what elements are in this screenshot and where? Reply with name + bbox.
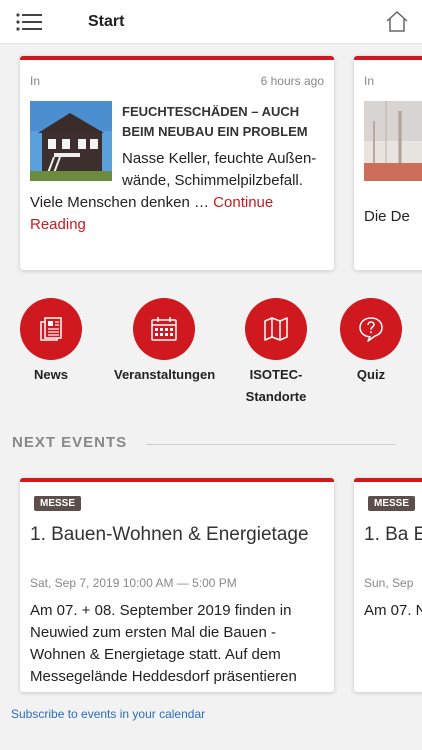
app-header: Start [0, 0, 422, 44]
news-timestamp: 6 hours ago [260, 74, 324, 88]
category-label: Quiz [356, 367, 386, 382]
menu-icon[interactable] [16, 12, 42, 32]
event-description: Am 07. Neuwie Wohne Messeg [364, 602, 422, 619]
news-title[interactable]: FEUCHTESCHÄDEN – AUCH BEIM NEUBAU EIN PR… [122, 102, 328, 142]
event-card[interactable]: MESSE 1. Bauen-Wohnen & Energietage Sat,… [20, 478, 334, 692]
category-label: Veranstaltungen [114, 367, 216, 382]
calendar-icon [151, 317, 177, 341]
category-label: ISOTEC-Standorte [245, 367, 307, 404]
page-title: Start [88, 13, 125, 30]
news-excerpt-tail: Viele Menschen denken … [30, 194, 214, 211]
news-thumbnail[interactable] [364, 101, 422, 181]
section-title: NEXT EVENTS [12, 434, 128, 451]
category-circle[interactable] [245, 298, 307, 360]
news-card[interactable]: In Die De [354, 56, 422, 270]
newspaper-icon [40, 317, 62, 341]
category-veranstaltungen[interactable]: Veranstaltungen [114, 298, 216, 386]
news-source-prefix: In [30, 74, 41, 88]
news-excerpt-continued: Viele Menschen denken … Continue Reading [30, 192, 330, 236]
category-quiz[interactable]: Quiz [340, 298, 402, 386]
subscribe-calendar-link[interactable]: Subscribe to events in your calendar [11, 707, 205, 721]
event-card[interactable]: MESSE 1. Ba Energ Sun, Sep Am 07. Neuwie… [354, 478, 422, 692]
question-bubble-icon [359, 317, 383, 342]
category-circle[interactable] [340, 298, 402, 360]
news-excerpt: Die De [364, 208, 410, 225]
event-date: Sat, Sep 7, 2019 10:00 AM — 5:00 PM [30, 576, 237, 590]
news-excerpt: Nasse Keller, feuchte Außen-wände, Schim… [122, 150, 317, 189]
section-divider [146, 444, 396, 445]
event-category-badge: MESSE [34, 496, 82, 511]
news-thumbnail[interactable] [30, 101, 112, 181]
event-title[interactable]: 1. Bauen-Wohnen & Energietage [30, 522, 330, 547]
event-title[interactable]: 1. Ba Energ [364, 522, 422, 547]
home-icon[interactable] [386, 10, 408, 32]
event-date: Sun, Sep [364, 576, 414, 590]
event-description: Am 07. + 08. September 2019 finden in Ne… [30, 602, 297, 685]
event-category-badge: MESSE [368, 496, 416, 511]
category-isotec-standorte[interactable]: ISOTEC-Standorte [240, 298, 312, 408]
map-icon [264, 317, 288, 341]
news-source-prefix: In [364, 74, 375, 88]
category-circle[interactable] [133, 298, 195, 360]
category-label: News [34, 367, 68, 382]
news-card[interactable]: In 6 hours ago FEUCHTESCHÄDEN – AUCH BEI… [20, 56, 334, 270]
category-news[interactable]: News [20, 298, 82, 386]
category-circle[interactable] [20, 298, 82, 360]
